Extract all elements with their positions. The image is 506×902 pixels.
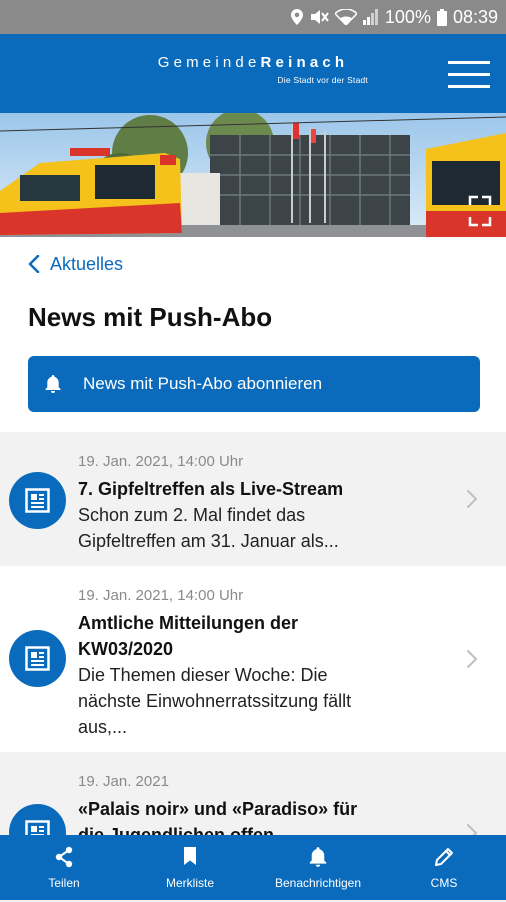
hero-image [0, 113, 506, 237]
news-title-line: «Palais noir» und «Paradiso» für [78, 799, 358, 819]
battery-icon [436, 8, 447, 26]
news-desc-line: Die Themen dieser Woche: Die [78, 665, 328, 685]
news-date: 19. Jan. 2021, 14:00 Uhr [78, 453, 244, 470]
nav-cms[interactable]: CMS [404, 835, 484, 900]
hero-photo-illustration [0, 113, 506, 237]
nav-notifications[interactable]: Benachrichtigen [258, 835, 378, 900]
app-header: GemeindeReinach Die Stadt vor der Stadt [0, 34, 506, 113]
chevron-left-icon [28, 255, 40, 273]
chevron-right-icon [467, 650, 477, 668]
clock: 08:39 [452, 6, 498, 27]
status-bar: 100% 08:39 [0, 0, 506, 34]
brand-logo[interactable]: GemeindeReinach Die Stadt vor der Stadt [138, 54, 368, 85]
signal-icon [362, 9, 378, 25]
hamburger-menu-button[interactable] [448, 59, 490, 89]
bottom-nav: Teilen Merkliste Benachrichtigen CMS [0, 835, 506, 900]
news-title-line: Amtliche Mitteilungen der [78, 613, 299, 633]
news-title-line: KW03/2020 [78, 639, 174, 659]
menu-bar-icon [448, 85, 490, 88]
news-list: 19. Jan. 2021, 14:00 Uhr 7. Gipfeltreffe… [0, 432, 506, 902]
news-item[interactable]: 19. Jan. 2021, 14:00 Uhr 7. Gipfeltreffe… [0, 432, 506, 566]
nav-bookmarks[interactable]: Merkliste [150, 835, 230, 900]
news-article-icon [9, 472, 66, 529]
nav-bookmarks-label: Merkliste [165, 876, 214, 890]
pencil-icon [435, 848, 453, 866]
news-article-icon [9, 630, 66, 687]
location-icon [290, 9, 303, 25]
menu-bar-icon [448, 73, 490, 76]
news-desc-line: aus,... [78, 717, 128, 737]
brand-subtitle: Die Stadt vor der Stadt [277, 75, 368, 85]
news-desc-line: Gipfeltreffen am 31. Januar als... [78, 531, 339, 551]
bell-icon [45, 375, 61, 393]
nav-cms-label: CMS [430, 876, 458, 890]
news-date: 19. Jan. 2021, 14:00 Uhr [78, 587, 244, 604]
nav-notifications-label: Benachrichtigen [274, 876, 362, 890]
back-link-label: Aktuelles [50, 253, 124, 274]
share-icon [55, 846, 73, 868]
news-title: 7. Gipfeltreffen als Live-Stream [78, 479, 344, 499]
bell-icon [309, 847, 327, 867]
wifi-icon [334, 9, 357, 25]
subscribe-push-label: News mit Push-Abo abonnieren [83, 374, 323, 393]
subscribe-push-button[interactable]: News mit Push-Abo abonnieren [28, 356, 480, 412]
news-desc-line: nächste Einwohnerratssitzung fällt [78, 691, 352, 711]
mute-icon [310, 10, 329, 24]
brand-title-second: Reinach [260, 54, 349, 71]
news-item[interactable]: 19. Jan. 2021, 14:00 Uhr Amtliche Mittei… [0, 566, 506, 752]
menu-bar-icon [448, 61, 490, 64]
chevron-right-icon [467, 490, 477, 508]
news-date: 19. Jan. 2021 [78, 773, 169, 790]
nav-share[interactable]: Teilen [24, 835, 104, 900]
page-title: News mit Push-Abo [28, 302, 273, 332]
brand-title-first: Gemeinde [157, 54, 261, 71]
nav-share-label: Teilen [48, 876, 80, 890]
back-link[interactable]: Aktuelles [28, 252, 123, 276]
news-desc-line: Schon zum 2. Mal findet das [78, 505, 306, 525]
bookmark-icon [184, 847, 196, 865]
battery-percent: 100% [384, 6, 431, 27]
